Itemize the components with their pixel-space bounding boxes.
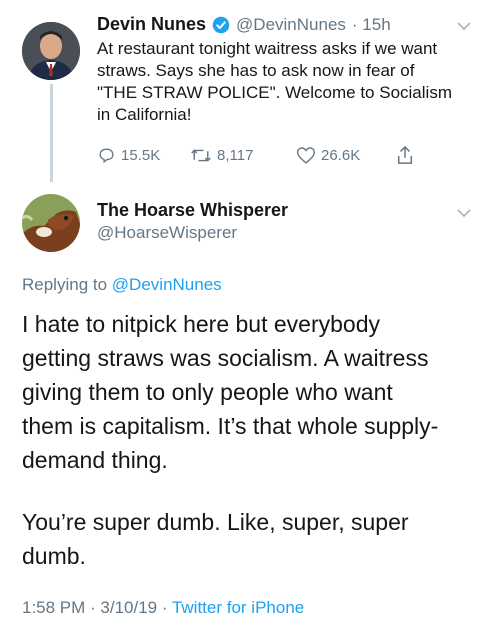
thread-connector-line	[50, 84, 53, 182]
chevron-down-icon[interactable]	[456, 205, 472, 223]
avatar-portrait-icon	[22, 22, 80, 80]
share-icon	[397, 145, 413, 164]
tweet-text: At restaurant tonight waitress asks if w…	[97, 39, 452, 124]
retweet-count: 8,117	[217, 147, 254, 164]
reply-paragraph-2: You’re super dumb. Like, super, super du…	[22, 505, 492, 573]
original-tweet-header: Devin Nunes @DevinNunes · 15h	[97, 14, 391, 35]
reply-text-line: You’re super dumb. Like, super, super	[22, 509, 409, 535]
retweet-icon	[191, 149, 211, 162]
tweet-source-link[interactable]: Twitter for iPhone	[172, 598, 304, 617]
replying-to-handle-link[interactable]: @DevinNunes	[112, 275, 222, 294]
reply-author-name[interactable]: The Hoarse Whisperer	[97, 200, 288, 221]
tweet-meta: 1:58 PM · 3/10/19 · Twitter for iPhone	[22, 598, 304, 618]
like-count: 26.6K	[321, 147, 361, 164]
replying-to-label: Replying to	[22, 275, 108, 294]
horse-avatar-icon	[22, 194, 80, 252]
tweet-timestamp[interactable]: 1:58 PM · 3/10/19 ·	[22, 598, 168, 617]
reply-text-line: I hate to nitpick here but everybody	[22, 311, 380, 337]
author-name[interactable]: Devin Nunes	[97, 14, 206, 35]
reply-text-line: them is capitalism. It’s that whole supp…	[22, 413, 439, 439]
reply-count: 15.5K	[121, 147, 161, 164]
reply-text-line: giving them to only people who want	[22, 379, 393, 405]
reply-paragraph-1: I hate to nitpick here but everybody get…	[22, 307, 492, 477]
replying-to: Replying to @DevinNunes	[22, 275, 222, 295]
reply-text-line: demand thing.	[22, 447, 168, 473]
reply-text-line: dumb.	[22, 543, 86, 569]
reply-button[interactable]: 15.5K	[97, 146, 160, 165]
share-button[interactable]	[396, 145, 414, 165]
like-button[interactable]: 26.6K	[296, 146, 360, 165]
reply-author-handle[interactable]: @HoarseWisperer	[97, 223, 237, 243]
retweet-button[interactable]: 8,117	[190, 146, 253, 165]
author-handle[interactable]: @DevinNunes	[236, 15, 346, 35]
chevron-down-icon[interactable]	[456, 18, 472, 36]
heart-icon	[296, 147, 316, 164]
verified-badge-icon	[212, 16, 230, 34]
reply-text-line: getting straws was socialism. A waitress	[22, 345, 429, 371]
avatar-hoarse-whisperer[interactable]	[22, 194, 80, 252]
avatar-devin-nunes[interactable]	[22, 22, 80, 80]
reply-icon	[99, 148, 114, 164]
tweet-time[interactable]: · 15h	[352, 15, 391, 35]
